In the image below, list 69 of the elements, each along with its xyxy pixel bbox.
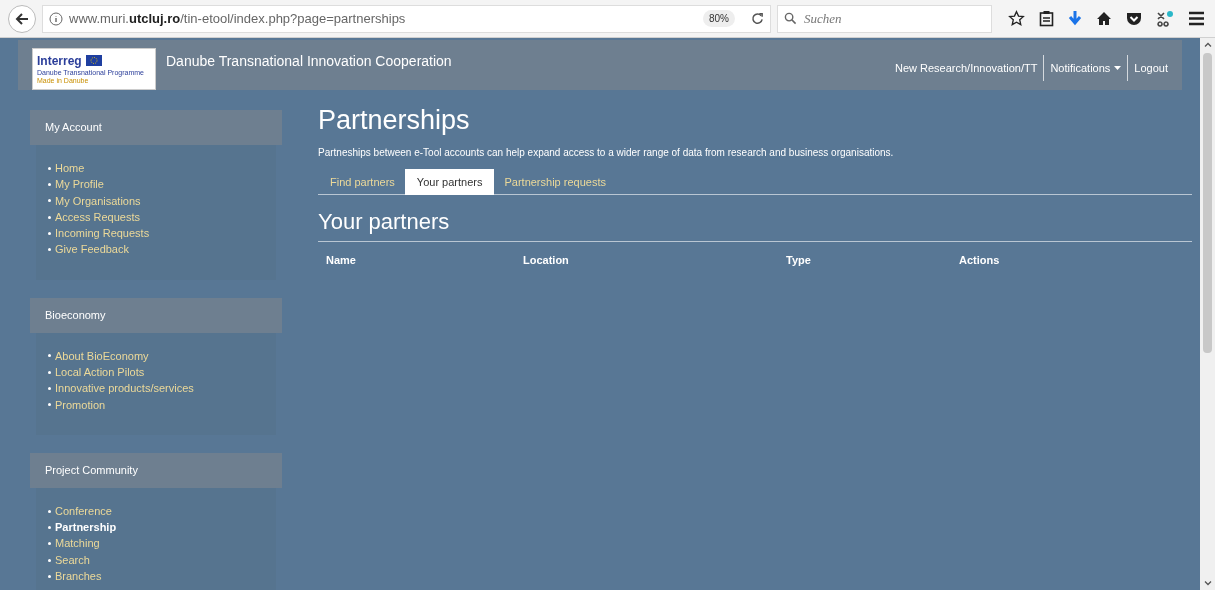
panel-title: Project Community — [45, 463, 138, 479]
bullet-icon — [48, 525, 51, 529]
sidebar-link[interactable]: Promotion — [55, 396, 106, 414]
bullet-icon — [48, 215, 51, 219]
sidebar-link[interactable]: Access Requests — [55, 208, 140, 226]
bullet-icon — [48, 182, 51, 186]
scrollbar[interactable] — [1200, 38, 1215, 590]
download-icon[interactable] — [1068, 10, 1082, 27]
sidebar-link[interactable]: Matching — [55, 535, 100, 552]
zoom-level[interactable]: 80% — [703, 10, 735, 27]
notifications-dropdown[interactable]: Notifications — [1050, 59, 1122, 77]
column-header: Location — [523, 253, 570, 268]
tab[interactable]: Your partners — [404, 169, 495, 195]
sidebar-link[interactable]: Local Action Pilots — [55, 364, 145, 381]
sidebar-link[interactable]: Conference — [55, 502, 112, 520]
search-icon — [784, 11, 797, 25]
panel-title: My Account — [45, 120, 102, 136]
url-text: www.muri.utcluj.ro/tin-etool/index.php?page=partnerships — [69, 9, 406, 28]
section-title: Your partners — [318, 211, 451, 233]
sidebar-link[interactable]: Branches — [55, 568, 102, 585]
tab[interactable]: Find partners — [320, 169, 405, 195]
panel-title: Bioeconomy — [45, 308, 106, 324]
tab[interactable]: Partnership requests — [494, 169, 616, 195]
bullet-icon — [48, 370, 51, 374]
clipboard-icon[interactable] — [1039, 10, 1054, 27]
back-button[interactable] — [8, 4, 36, 33]
bullet-icon — [48, 542, 51, 546]
column-header: Name — [326, 253, 357, 268]
scroll-up-icon[interactable] — [1203, 42, 1212, 47]
home-icon[interactable] — [1096, 11, 1112, 26]
search-field[interactable]: Suchen — [777, 4, 992, 33]
site-title: Danube Transnational Innovation Cooperation — [166, 52, 452, 71]
bullet-icon — [48, 558, 51, 562]
reload-icon[interactable] — [751, 12, 764, 25]
pocket-icon[interactable] — [1126, 11, 1142, 26]
bullet-icon — [48, 248, 51, 252]
sidebar-link[interactable]: Give Feedback — [55, 241, 129, 258]
bullet-icon — [48, 403, 51, 407]
bullet-icon — [48, 166, 51, 170]
bullet-icon — [48, 354, 51, 358]
sidebar-link[interactable]: About BioEconomy — [55, 347, 149, 365]
bullet-icon — [48, 574, 51, 578]
sidebar-link[interactable]: Partnership — [55, 519, 117, 536]
menu-icon[interactable] — [1188, 11, 1205, 26]
sidebar-link[interactable]: Search — [55, 551, 90, 569]
bullet-icon — [48, 387, 51, 390]
back-arrow-icon — [15, 11, 29, 26]
star-icon[interactable] — [1008, 10, 1025, 27]
page-title: Partnerships — [318, 107, 471, 134]
nav-link[interactable]: New Research/Innovation/TT — [894, 59, 1038, 77]
info-icon[interactable] — [49, 11, 63, 26]
sidebar-link[interactable]: Innovative products/services — [55, 380, 194, 397]
flag-icon — [85, 55, 102, 66]
sidebar-link[interactable]: Incoming Requests — [55, 225, 150, 242]
nav-link[interactable]: Logout — [1134, 59, 1168, 77]
scroll-down-icon[interactable] — [1203, 581, 1212, 586]
logo-name: Interreg — [37, 54, 82, 67]
bullet-icon — [48, 231, 51, 235]
sidebar-link[interactable]: My Organisations — [55, 192, 141, 209]
bullet-icon — [48, 199, 51, 203]
column-header: Type — [786, 253, 812, 268]
caret-icon — [1114, 66, 1122, 70]
address-bar[interactable]: www.muri.utcluj.ro/tin-etool/index.php?page=partnerships 80% — [42, 4, 771, 33]
scroll-thumb[interactable] — [1203, 53, 1212, 353]
column-header: Actions — [959, 253, 1001, 268]
sidebar-link[interactable]: Home — [55, 159, 85, 177]
sidebar-link[interactable]: My Profile — [55, 176, 104, 193]
page-description: Partneships between e-Tool accounts can help expand access to a wider range of data from research and business organisations. — [318, 146, 895, 160]
bullet-icon — [48, 509, 51, 513]
